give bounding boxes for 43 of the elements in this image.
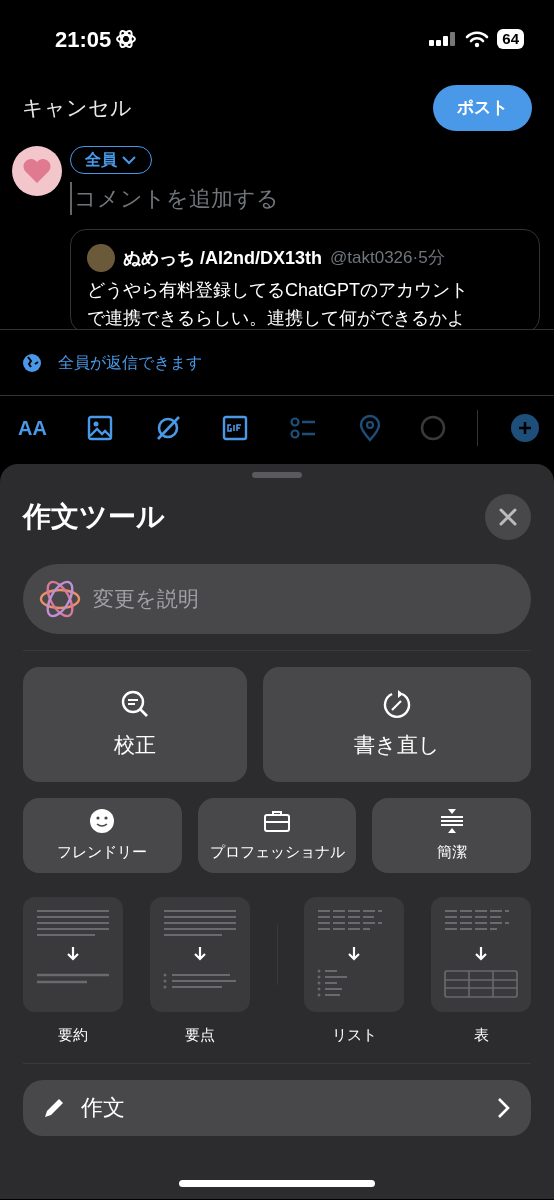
battery-indicator: 64: [497, 29, 524, 49]
sheet-title: 作文ツール: [23, 500, 165, 534]
chevron-down-icon: [121, 155, 137, 165]
format-option[interactable]: 表: [431, 897, 531, 1047]
close-icon: [498, 507, 518, 527]
close-button[interactable]: [485, 494, 531, 540]
sheet-handle[interactable]: [252, 472, 302, 478]
pencil-icon: [43, 1096, 65, 1119]
compose-button[interactable]: 作文: [23, 1079, 531, 1136]
tone-button[interactable]: 簡潔: [372, 798, 531, 873]
separator-dot: ·: [412, 247, 419, 270]
chevron-right-icon: [497, 1096, 511, 1119]
image-icon[interactable]: [86, 414, 115, 442]
post-text-line: どうやら有料登録してるChatGPTのアカウント: [87, 279, 470, 302]
post-text-line: で連携できるらしい。連携して何ができるかよ: [87, 307, 466, 329]
circular-arrow-pencil-icon: [382, 688, 412, 719]
post-time: 5分: [418, 247, 445, 270]
heart-icon: [22, 157, 52, 185]
wifi-icon: [465, 30, 490, 48]
author-name: ぬめっち /AI2nd/DX13th: [123, 246, 323, 270]
describe-input[interactable]: 変更を説明: [91, 582, 517, 616]
tone-button[interactable]: フレンドリー: [23, 798, 182, 873]
author-handle: @takt0326: [330, 247, 413, 270]
status-time: 21:05: [55, 25, 112, 54]
smiley-icon: [88, 807, 117, 836]
text-size-button[interactable]: AA: [14, 409, 51, 447]
rewrite-button[interactable]: 書き直し: [263, 667, 531, 782]
tone-button[interactable]: プロフェッショナル: [197, 798, 357, 873]
magnifier-lines-icon: [120, 688, 150, 719]
progress-ring-icon: [419, 415, 446, 441]
format-option[interactable]: 要点: [149, 897, 250, 1047]
describe-field[interactable]: 変更を説明: [23, 564, 531, 634]
cancel-button[interactable]: キャンセル: [22, 92, 132, 124]
proofread-button[interactable]: 校正: [23, 667, 247, 782]
format-option[interactable]: リスト: [304, 897, 405, 1047]
author-avatar: [87, 244, 115, 272]
format-option[interactable]: 要約: [23, 897, 123, 1047]
flower-icon: [115, 28, 138, 50]
gif-icon[interactable]: [221, 414, 250, 442]
signal-icon: [429, 30, 458, 48]
reply-setting[interactable]: 全員が返信できます: [58, 350, 202, 375]
comment-field[interactable]: コメントを追加する: [70, 182, 540, 215]
globe-icon: [22, 352, 42, 373]
